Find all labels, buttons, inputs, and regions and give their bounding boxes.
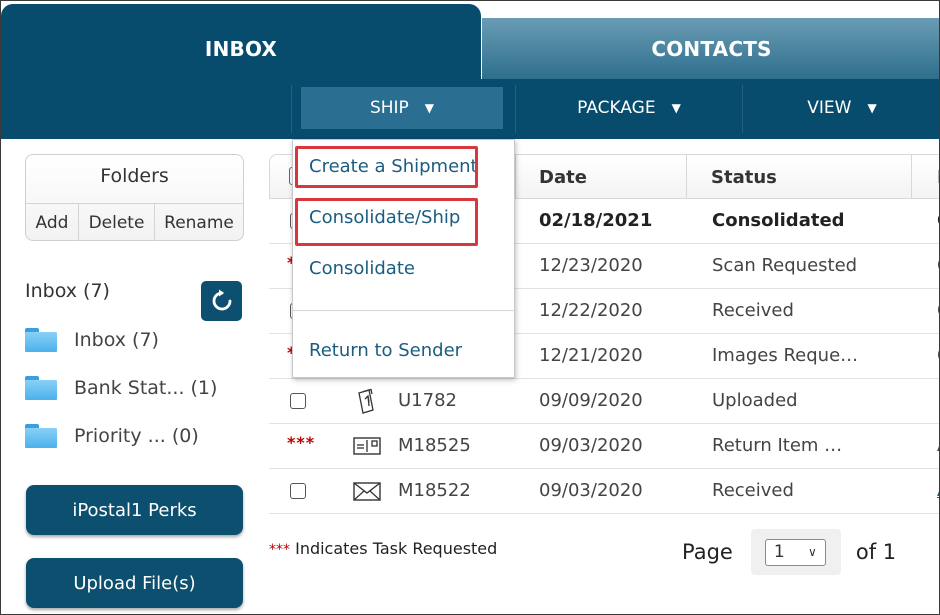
column-divider (911, 155, 912, 199)
highlight-box (295, 198, 478, 246)
inbox-heading: Inbox (7) (25, 280, 110, 302)
page-count: of 1 (855, 540, 897, 564)
pagination: Page 1 ∨ of 1 (682, 529, 896, 575)
folders-panel: Folders Add Delete Rename (25, 154, 244, 241)
folder-item-bank-statements[interactable]: Bank Stat... (1) (25, 374, 217, 402)
folder-icon (25, 424, 57, 448)
column-header-status[interactable]: Status (711, 167, 777, 188)
folder-item-inbox[interactable]: Inbox (7) (25, 326, 159, 354)
page-select[interactable]: 1 ∨ (764, 539, 826, 566)
chevron-down-icon: ▼ (671, 101, 681, 115)
row-date: 12/23/2020 (539, 255, 643, 276)
row-date: 02/18/2021 (539, 210, 653, 231)
row-checkbox[interactable] (290, 393, 306, 409)
ship-label: SHIP (369, 98, 409, 118)
document-upload-icon (358, 388, 374, 414)
row-date: 09/09/2020 (539, 390, 643, 411)
package-label: PACKAGE (577, 98, 656, 118)
app-window: INBOX CONTACTS SHIP ▼ PACKAGE ▼ VIEW ▼ F… (0, 0, 940, 615)
table-row[interactable]: U1782 09/09/2020 Uploaded (269, 379, 939, 424)
consolidate-menu-item[interactable]: Consolidate (309, 258, 415, 279)
refresh-button[interactable] (201, 281, 242, 321)
legend-text: Indicates Task Requested (295, 539, 498, 558)
task-legend: *** Indicates Task Requested (269, 539, 497, 558)
task-requested-marker: *** (287, 433, 316, 452)
tab-bar: INBOX CONTACTS (1, 1, 939, 80)
menu-divider (293, 310, 514, 311)
package-menu-button[interactable]: PACKAGE ▼ (517, 87, 741, 129)
row-item-id: M18525 (398, 435, 471, 456)
chevron-down-icon: ▼ (867, 101, 877, 115)
row-status: Received (712, 480, 794, 501)
highlight-box (295, 146, 478, 188)
perks-button[interactable]: iPostal1 Perks (26, 485, 243, 535)
folder-item-priority[interactable]: Priority ... (0) (25, 422, 199, 450)
row-date: 12/21/2020 (539, 345, 643, 366)
chevron-down-icon: ∨ (808, 545, 817, 559)
folder-label: Inbox (7) (74, 329, 159, 351)
rename-folder-button[interactable]: Rename (155, 204, 243, 241)
column-header-date[interactable]: Date (539, 167, 587, 188)
add-folder-button[interactable]: Add (26, 204, 79, 241)
table-row[interactable]: *** M18525 09/03/2020 Return Item … A (269, 424, 939, 469)
tab-inbox[interactable]: INBOX (1, 4, 481, 80)
row-status: Return Item … (712, 435, 843, 456)
action-divider (515, 85, 516, 133)
postcard-icon (353, 437, 381, 455)
row-date: 09/03/2020 (539, 480, 643, 501)
chevron-down-icon: ▼ (424, 101, 435, 115)
ship-dropdown-menu: Create a Shipment Consolidate/Ship Conso… (292, 139, 515, 378)
tab-contacts[interactable]: CONTACTS (482, 18, 939, 79)
column-divider (686, 155, 687, 199)
action-divider (291, 85, 292, 133)
row-status: Uploaded (712, 390, 798, 411)
table-row[interactable]: M18522 09/03/2020 Received A (269, 469, 939, 514)
ship-menu-button[interactable]: SHIP ▼ (301, 87, 503, 129)
row-status: Consolidated (712, 210, 845, 231)
column-divider (515, 155, 516, 199)
refresh-icon (212, 289, 231, 311)
tab-inbox-label: INBOX (204, 37, 278, 61)
page-label: Page (682, 540, 733, 564)
row-checkbox[interactable] (290, 483, 306, 499)
row-item-id: M18522 (398, 480, 471, 501)
view-label: VIEW (807, 98, 852, 118)
folder-label: Priority ... (0) (74, 425, 199, 447)
return-to-sender-menu-item[interactable]: Return to Sender (309, 340, 462, 361)
folder-label: Bank Stat... (1) (74, 377, 218, 399)
page-select-wrapper: 1 ∨ (750, 529, 841, 575)
folders-title: Folders (100, 165, 169, 187)
row-date: 12/22/2020 (539, 300, 643, 321)
folder-icon (25, 328, 57, 352)
envelope-icon (353, 482, 381, 501)
legend-stars: *** (269, 542, 290, 558)
folder-actions: Add Delete Rename (26, 203, 243, 241)
action-bar: SHIP ▼ PACKAGE ▼ VIEW ▼ (1, 79, 939, 139)
row-status: Scan Requested (712, 255, 858, 276)
delete-folder-button[interactable]: Delete (79, 204, 155, 241)
folder-icon (25, 376, 57, 400)
view-menu-button[interactable]: VIEW ▼ (743, 87, 939, 129)
upload-files-button[interactable]: Upload File(s) (26, 558, 243, 608)
tab-contacts-label: CONTACTS (651, 37, 772, 61)
row-date: 09/03/2020 (539, 435, 643, 456)
row-status: Received (712, 300, 794, 321)
row-item-id: U1782 (398, 390, 457, 411)
row-status: Images Reque… (712, 345, 859, 366)
page-select-value: 1 (773, 542, 785, 562)
